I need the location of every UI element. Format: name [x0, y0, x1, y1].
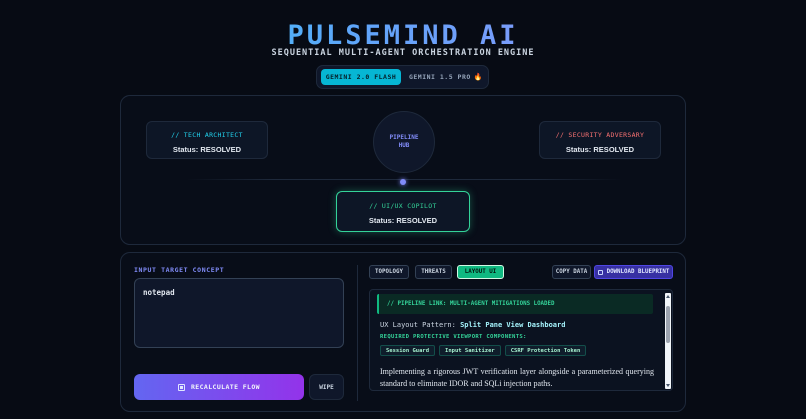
output-viewport[interactable]: // PIPELINE LINK: MULTI-AGENT MITIGATION… — [369, 289, 673, 391]
model-switch: GEMINI 2.0 FLASH GEMINI 1.5 PRO 🔥 — [316, 65, 489, 89]
agent-status: Status: RESOLVED — [368, 216, 438, 225]
tab-layout-ui[interactable]: LAYOUT UI — [457, 265, 504, 279]
pipeline-hub: PIPELINE HUB — [373, 111, 435, 173]
orchestration-panel: // TECH ARCHITECT Status: RESOLVED PIPEL… — [120, 95, 686, 245]
input-label: INPUT TARGET CONCEPT — [134, 266, 225, 274]
agent-card-ui-ux-copilot[interactable]: // UI/UX COPILOT Status: RESOLVED — [336, 191, 470, 232]
agent-status: Status: RESOLVED — [565, 145, 635, 154]
hub-label-line2: HUB — [398, 142, 410, 149]
agent-name: // SECURITY ADVERSARY — [555, 131, 645, 139]
layout-pattern-label: UX Layout Pattern: — [380, 321, 456, 329]
concept-input[interactable]: notepad — [134, 278, 344, 348]
panel-divider — [357, 265, 358, 401]
agent-status: Status: RESOLVED — [172, 145, 242, 154]
component-chip: Input Sanitizer — [439, 345, 501, 356]
pipeline-banner: // PIPELINE LINK: MULTI-AGENT MITIGATION… — [377, 294, 653, 314]
wipe-button[interactable]: WIPE — [309, 374, 344, 400]
agent-name: // UI/UX COPILOT — [369, 202, 437, 210]
model-option-label: GEMINI 1.5 PRO — [408, 73, 471, 81]
model-option-gemini-2-flash[interactable]: GEMINI 2.0 FLASH — [321, 69, 401, 85]
hub-label-line1: PIPELINE — [389, 134, 419, 141]
app-title: PULSEMIND AI — [0, 20, 806, 51]
required-components-label: REQUIRED PROTECTIVE VIEWPORT COMPONENTS: — [380, 334, 527, 340]
scroll-down-icon[interactable] — [666, 384, 670, 387]
model-option-label: GEMINI 2.0 FLASH — [325, 73, 397, 81]
component-chip: CSRF Protection Token — [504, 345, 587, 356]
download-blueprint-button[interactable]: DOWNLOAD BLUEPRINT — [594, 265, 673, 279]
output-scrollbar[interactable] — [665, 293, 671, 389]
download-label: DOWNLOAD BLUEPRINT — [606, 269, 670, 275]
layout-pattern-value: Split Pane View Dashboard — [460, 321, 566, 329]
component-chip: Session Guard — [380, 345, 436, 356]
tab-topology[interactable]: TOPOLOGY — [369, 265, 409, 279]
recalculate-icon — [177, 383, 185, 391]
scroll-up-icon[interactable] — [666, 295, 670, 298]
copy-data-button[interactable]: COPY DATA — [552, 265, 591, 279]
scrollbar-thumb[interactable] — [666, 306, 670, 343]
tab-threats[interactable]: THREATS — [415, 265, 452, 279]
recalculate-label: RECALCULATE FLOW — [190, 383, 260, 391]
recalculate-flow-button[interactable]: RECALCULATE FLOW — [134, 374, 304, 400]
agent-card-tech-architect[interactable]: // TECH ARCHITECT Status: RESOLVED — [146, 121, 268, 159]
agent-card-security-adversary[interactable]: // SECURITY ADVERSARY Status: RESOLVED — [539, 121, 661, 159]
workspace-panel: INPUT TARGET CONCEPT notepad RECALCULATE… — [120, 252, 686, 412]
download-icon — [597, 269, 603, 275]
layout-pattern: UX Layout Pattern: Split Pane View Dashb… — [380, 321, 565, 329]
fire-icon: 🔥 — [473, 73, 483, 81]
component-chips: Session Guard Input Sanitizer CSRF Prote… — [380, 345, 587, 356]
agent-name: // TECH ARCHITECT — [171, 131, 243, 139]
pipeline-node-dot — [400, 179, 406, 185]
model-option-gemini-1-5-pro[interactable]: GEMINI 1.5 PRO 🔥 — [405, 69, 487, 85]
mitigation-description: Implementing a rigorous JWT verification… — [380, 367, 654, 388]
app-subtitle: SEQUENTIAL MULTI-AGENT ORCHESTRATION ENG… — [271, 48, 535, 58]
